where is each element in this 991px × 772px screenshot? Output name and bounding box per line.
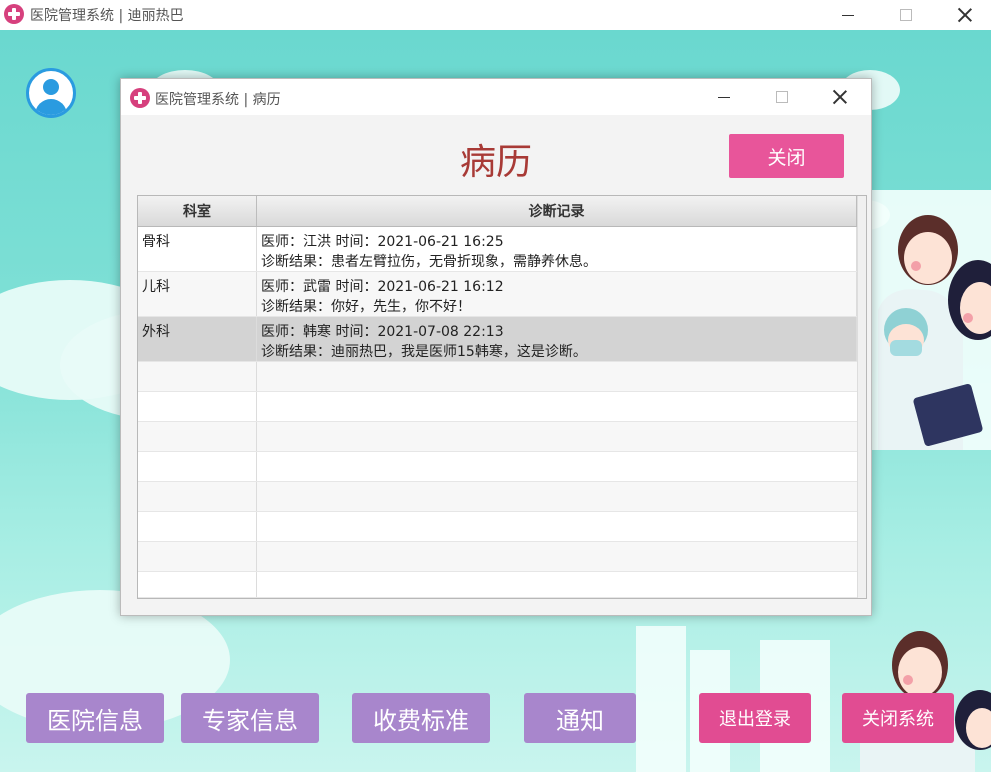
empty-row xyxy=(138,512,857,542)
diagnosis-cell: 医师：韩寒 时间：2021-07-08 22:13 诊断结果：迪丽热巴，我是医师… xyxy=(257,317,857,361)
empty-row xyxy=(138,362,857,392)
user-avatar[interactable] xyxy=(26,68,76,118)
building-decoration xyxy=(636,626,686,772)
records-table: 科室 诊断记录 骨科 医师：江洪 时间：2021-06-21 16:25 诊断结… xyxy=(137,195,867,599)
dialog-minimize-button[interactable] xyxy=(695,79,753,115)
empty-row xyxy=(138,452,857,482)
empty-row xyxy=(138,542,857,572)
diagnosis-line1: 医师：武雷 时间：2021-06-21 16:12 xyxy=(261,279,504,295)
logout-button[interactable]: 退出登录 xyxy=(699,693,811,743)
dialog-close-x-button[interactable] xyxy=(811,79,869,115)
hospital-cross-icon xyxy=(4,4,24,24)
dialog-title: 医院管理系统 | 病历 xyxy=(155,92,281,108)
table-row[interactable]: 外科 医师：韩寒 时间：2021-07-08 22:13 诊断结果：迪丽热巴，我… xyxy=(138,317,857,362)
diagnosis-line1: 医师：江洪 时间：2021-06-21 16:25 xyxy=(261,234,504,250)
expert-info-button[interactable]: 专家信息 xyxy=(181,693,319,743)
empty-cell xyxy=(138,542,257,571)
table-row[interactable]: 儿科 医师：武雷 时间：2021-06-21 16:12 诊断结果：你好，先生，… xyxy=(138,272,857,317)
fee-standard-button[interactable]: 收费标准 xyxy=(352,693,490,743)
minimize-button[interactable] xyxy=(825,0,871,30)
hospital-info-button[interactable]: 医院信息 xyxy=(26,693,164,743)
empty-cell xyxy=(138,482,257,511)
department-cell: 外科 xyxy=(138,317,257,361)
close-system-button[interactable]: 关闭系统 xyxy=(842,693,954,743)
empty-cell xyxy=(138,392,257,421)
diagnosis-line1: 医师：韩寒 时间：2021-07-08 22:13 xyxy=(261,324,504,340)
diagnosis-line2: 诊断结果：你好，先生，你不好！ xyxy=(261,299,471,315)
hospital-cross-icon xyxy=(130,88,150,108)
vertical-scrollbar[interactable] xyxy=(857,196,866,598)
department-cell: 儿科 xyxy=(138,272,257,316)
user-icon xyxy=(43,79,59,95)
close-icon xyxy=(833,90,847,104)
maximize-icon xyxy=(776,91,788,103)
empty-row xyxy=(138,482,857,512)
app-titlebar: 医院管理系统 | 迪丽热巴 xyxy=(0,0,991,30)
maximize-icon xyxy=(900,9,912,21)
empty-row xyxy=(138,572,857,598)
dialog-maximize-button[interactable] xyxy=(753,79,811,115)
dialog-titlebar: 医院管理系统 | 病历 xyxy=(121,79,871,115)
app-title: 医院管理系统 | 迪丽热巴 xyxy=(30,8,184,24)
diagnosis-cell: 医师：武雷 时间：2021-06-21 16:12 诊断结果：你好，先生，你不好… xyxy=(257,272,857,316)
table-row[interactable]: 骨科 医师：江洪 时间：2021-06-21 16:25 诊断结果：患者左臂拉伤… xyxy=(138,227,857,272)
table-header: 科室 诊断记录 xyxy=(138,196,866,227)
column-header-department[interactable]: 科室 xyxy=(138,196,257,226)
empty-cell xyxy=(138,572,257,597)
medical-record-dialog: 医院管理系统 | 病历 病历 关闭 科室 诊断记录 骨科 医师：江洪 时间：20… xyxy=(120,78,872,616)
diagnosis-cell: 医师：江洪 时间：2021-06-21 16:25 诊断结果：患者左臂拉伤，无骨… xyxy=(257,227,857,271)
diagnosis-line2: 诊断结果：迪丽热巴，我是医师15韩寒，这是诊断。 xyxy=(261,344,587,360)
department-cell: 骨科 xyxy=(138,227,257,271)
minimize-icon xyxy=(718,96,730,98)
nurse-illustration-bottom xyxy=(860,631,991,772)
empty-cell xyxy=(138,452,257,481)
empty-row xyxy=(138,392,857,422)
notice-button[interactable]: 通知 xyxy=(524,693,636,743)
user-icon-body xyxy=(35,99,67,115)
diagnosis-line2: 诊断结果：患者左臂拉伤，无骨折现象，需静养休息。 xyxy=(261,254,597,270)
nurse-illustration xyxy=(878,215,991,450)
empty-cell xyxy=(138,512,257,541)
empty-cell xyxy=(138,362,257,391)
close-icon xyxy=(958,8,972,22)
minimize-icon xyxy=(842,14,854,16)
empty-row xyxy=(138,422,857,452)
maximize-button[interactable] xyxy=(883,0,929,30)
close-window-button[interactable] xyxy=(942,0,988,30)
column-header-diagnosis[interactable]: 诊断记录 xyxy=(257,196,857,226)
close-button[interactable]: 关闭 xyxy=(729,134,844,178)
empty-cell xyxy=(138,422,257,451)
